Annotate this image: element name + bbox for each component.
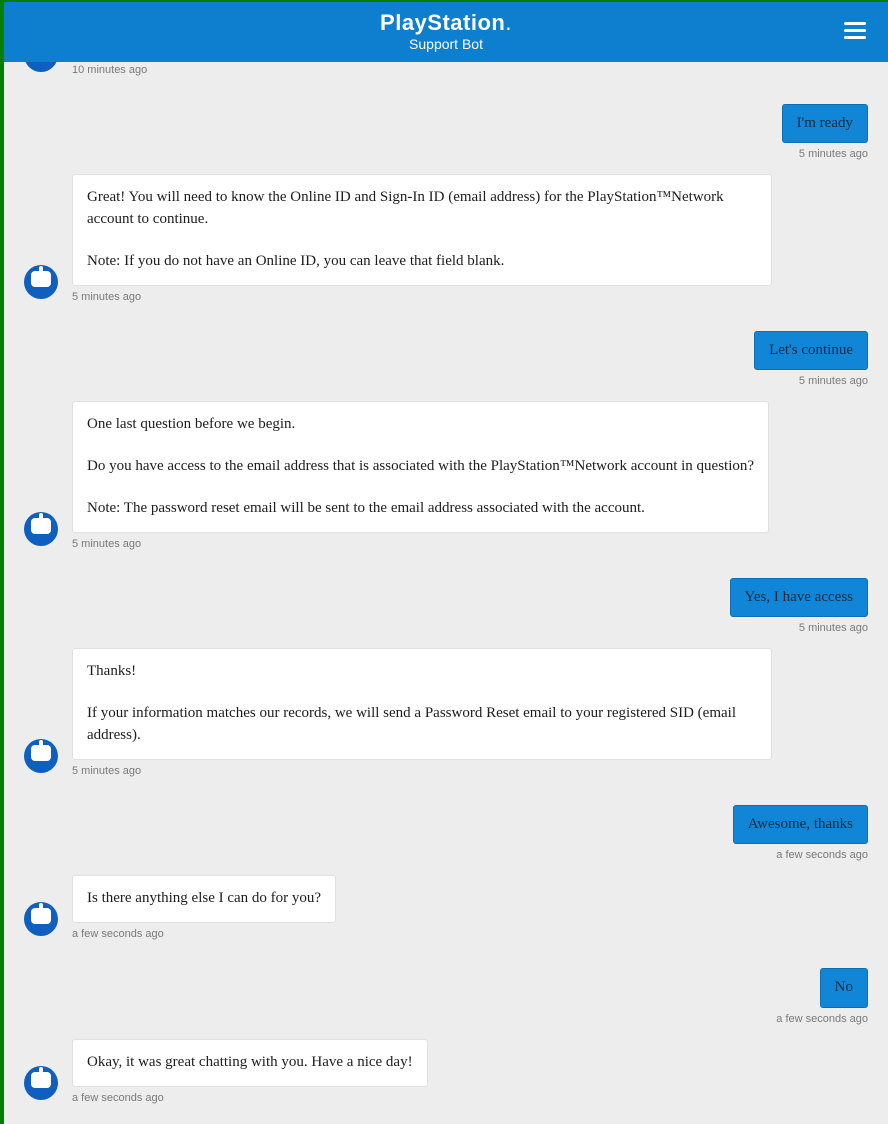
menu-icon[interactable] xyxy=(844,22,866,39)
bot-message-bubble: Great! You will need to know the Online … xyxy=(72,174,772,285)
bot-avatar-icon xyxy=(24,265,58,299)
bot-message-text: If your information matches our records,… xyxy=(87,703,757,747)
message-column: Hi, I'm PlayStation support bot. I can h… xyxy=(72,62,699,76)
message-timestamp: 5 minutes ago xyxy=(72,538,769,550)
message-column: Yes, I have access 5 minutes ago xyxy=(730,578,868,635)
message-column: Okay, it was great chatting with you. Ha… xyxy=(72,1039,428,1104)
user-message-row: Yes, I have access 5 minutes ago xyxy=(24,578,868,635)
bot-message-bubble: Thanks! If your information matches our r… xyxy=(72,648,772,759)
bot-avatar-icon xyxy=(24,62,58,72)
bot-message-bubble: Okay, it was great chatting with you. Ha… xyxy=(72,1039,428,1087)
bot-avatar-icon xyxy=(24,512,58,546)
message-timestamp: 5 minutes ago xyxy=(799,622,868,634)
chat-feed: Hi, I'm PlayStation support bot. I can h… xyxy=(4,62,888,1124)
bot-avatar-icon xyxy=(24,902,58,936)
message-timestamp: a few seconds ago xyxy=(72,928,336,940)
bot-message-row: Great! You will need to know the Online … xyxy=(24,174,868,302)
user-reply-button[interactable]: Yes, I have access xyxy=(730,578,868,618)
bot-message-row: One last question before we begin. Do you… xyxy=(24,401,868,549)
bot-message-text: Is there anything else I can do for you? xyxy=(87,888,321,910)
user-reply-button[interactable]: Let's continue xyxy=(754,331,868,371)
brand-name: PlayStation xyxy=(380,10,505,35)
bot-message-text: Okay, it was great chatting with you. Ha… xyxy=(87,1052,413,1074)
message-column: Great! You will need to know the Online … xyxy=(72,174,772,302)
message-timestamp: 5 minutes ago xyxy=(72,291,772,303)
message-column: Awesome, thanks a few seconds ago xyxy=(733,805,868,862)
bot-avatar-icon xyxy=(24,1066,58,1100)
user-reply-button[interactable]: I'm ready xyxy=(782,104,868,144)
user-message-row: Let's continue 5 minutes ago xyxy=(24,331,868,388)
header-titles: PlayStation. Support Bot xyxy=(380,11,512,53)
message-column: One last question before we begin. Do you… xyxy=(72,401,769,549)
message-timestamp: 5 minutes ago xyxy=(799,375,868,387)
message-timestamp: a few seconds ago xyxy=(776,1013,868,1025)
chat-app: PlayStation. Support Bot Hi, I'm PlaySta… xyxy=(4,2,888,1124)
bot-message-row: Hi, I'm PlayStation support bot. I can h… xyxy=(24,62,868,76)
user-reply-button[interactable]: No xyxy=(820,968,868,1008)
message-column: Is there anything else I can do for you?… xyxy=(72,875,336,940)
bot-message-text: Note: If you do not have an Online ID, y… xyxy=(87,251,757,273)
message-timestamp: 5 minutes ago xyxy=(799,148,868,160)
bot-message-row: Okay, it was great chatting with you. Ha… xyxy=(24,1039,868,1104)
chat-scroll-area[interactable]: Hi, I'm PlayStation support bot. I can h… xyxy=(4,62,888,1124)
brand-dot: . xyxy=(505,10,512,35)
message-column: No a few seconds ago xyxy=(776,968,868,1025)
user-message-row: No a few seconds ago xyxy=(24,968,868,1025)
bot-message-text: Great! You will need to know the Online … xyxy=(87,187,757,231)
user-reply-button[interactable]: Awesome, thanks xyxy=(733,805,868,845)
bot-message-bubble: Is there anything else I can do for you? xyxy=(72,875,336,923)
message-column: I'm ready 5 minutes ago xyxy=(782,104,868,161)
message-timestamp: 5 minutes ago xyxy=(72,765,772,777)
bot-message-row: Is there anything else I can do for you?… xyxy=(24,875,868,940)
bot-message-text: Thanks! xyxy=(87,661,757,683)
user-message-row: Awesome, thanks a few seconds ago xyxy=(24,805,868,862)
brand-title: PlayStation. xyxy=(380,11,512,35)
user-message-row: I'm ready 5 minutes ago xyxy=(24,104,868,161)
message-timestamp: a few seconds ago xyxy=(776,849,868,861)
bot-message-text: Do you have access to the email address … xyxy=(87,456,754,478)
bot-message-text: One last question before we begin. xyxy=(87,414,754,436)
header-subtitle: Support Bot xyxy=(380,37,512,52)
bot-message-bubble: One last question before we begin. Do you… xyxy=(72,401,769,532)
bot-avatar-icon xyxy=(24,739,58,773)
message-column: Thanks! If your information matches our r… xyxy=(72,648,772,776)
chat-header: PlayStation. Support Bot xyxy=(4,2,888,62)
bot-message-text: Note: The password reset email will be s… xyxy=(87,498,754,520)
bot-message-row: Thanks! If your information matches our r… xyxy=(24,648,868,776)
message-timestamp: a few seconds ago xyxy=(72,1092,428,1104)
message-timestamp: 10 minutes ago xyxy=(72,64,699,76)
message-column: Let's continue 5 minutes ago xyxy=(754,331,868,388)
